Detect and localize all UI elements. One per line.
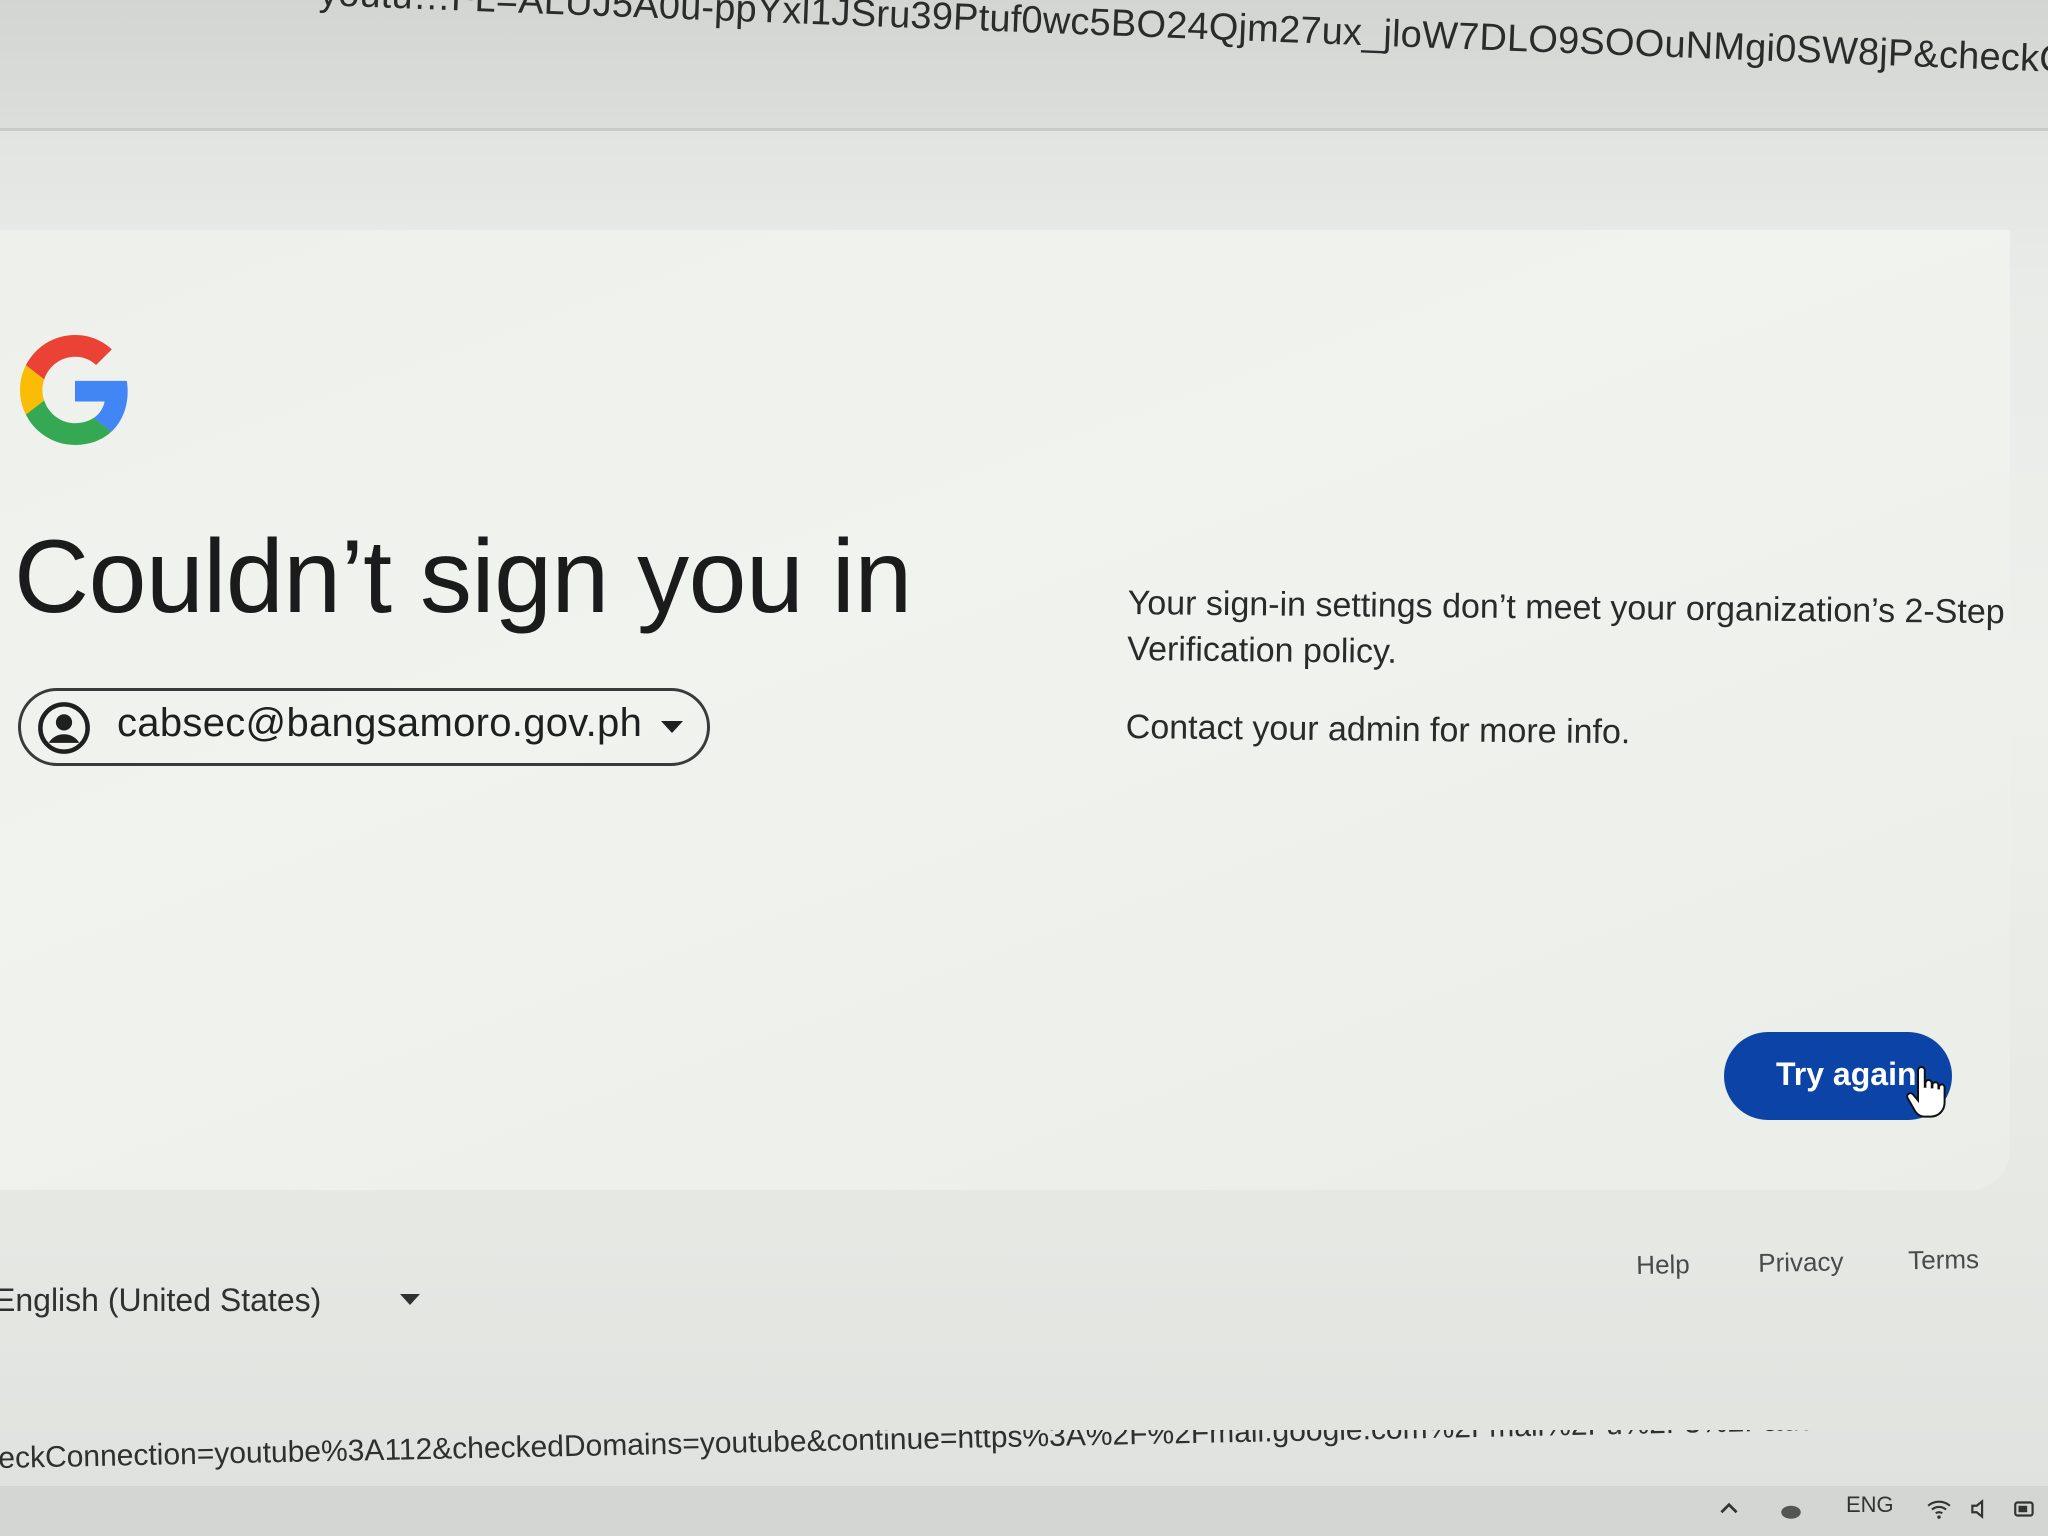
privacy-link[interactable]: Privacy bbox=[1758, 1246, 1844, 1278]
footer-links: Help Privacy Terms bbox=[1636, 1243, 2017, 1290]
hand-pointer-icon bbox=[1906, 1066, 1946, 1118]
try-again-label: Try again bbox=[1776, 1056, 1917, 1092]
account-email: cabsec@bangsamoro.gov.ph bbox=[117, 701, 643, 745]
address-url[interactable]: youtu…FL=ALUJ5A0u-ppYxl1JSru39Ptuf0wc5BO… bbox=[318, 0, 2048, 90]
account-circle-icon bbox=[38, 702, 90, 754]
account-chooser[interactable]: cabsec@bangsamoro.gov.ph bbox=[18, 688, 710, 766]
caret-down-icon bbox=[400, 1294, 420, 1305]
battery-icon[interactable] bbox=[2012, 1496, 2038, 1522]
screen: youtu…FL=ALUJ5A0u-ppYxl1JSru39Ptuf0wc5BO… bbox=[0, 0, 2048, 1536]
page-title: Couldn’t sign you in bbox=[14, 519, 912, 635]
help-link[interactable]: Help bbox=[1636, 1249, 1690, 1281]
taskbar: ENG bbox=[0, 1486, 2048, 1536]
status-bar: eckConnection=youtube%3A112&checkedDomai… bbox=[0, 1430, 2048, 1490]
error-message: Your sign-in settings don’t meet your or… bbox=[1127, 580, 2005, 681]
caret-down-icon bbox=[661, 721, 683, 733]
language-label: English (United States) bbox=[0, 1282, 322, 1318]
language-select[interactable]: English (United States) bbox=[0, 1278, 430, 1328]
terms-link[interactable]: Terms bbox=[1908, 1244, 1979, 1276]
google-g-icon bbox=[20, 335, 128, 445]
cloud-icon[interactable] bbox=[1778, 1496, 1804, 1522]
address-bar[interactable]: youtu…FL=ALUJ5A0u-ppYxl1JSru39Ptuf0wc5BO… bbox=[0, 0, 2048, 131]
speaker-icon[interactable] bbox=[1968, 1496, 1994, 1522]
keyboard-language[interactable]: ENG bbox=[1846, 1492, 1894, 1518]
status-url-text: eckConnection=youtube%3A112&checkedDomai… bbox=[0, 1430, 2048, 1475]
error-message-line: Verification policy. bbox=[1127, 629, 1398, 671]
chevron-up-icon[interactable] bbox=[1716, 1496, 1742, 1522]
contact-admin-text: Contact your admin for more info. bbox=[1125, 708, 1631, 752]
wifi-icon[interactable] bbox=[1926, 1496, 1952, 1522]
